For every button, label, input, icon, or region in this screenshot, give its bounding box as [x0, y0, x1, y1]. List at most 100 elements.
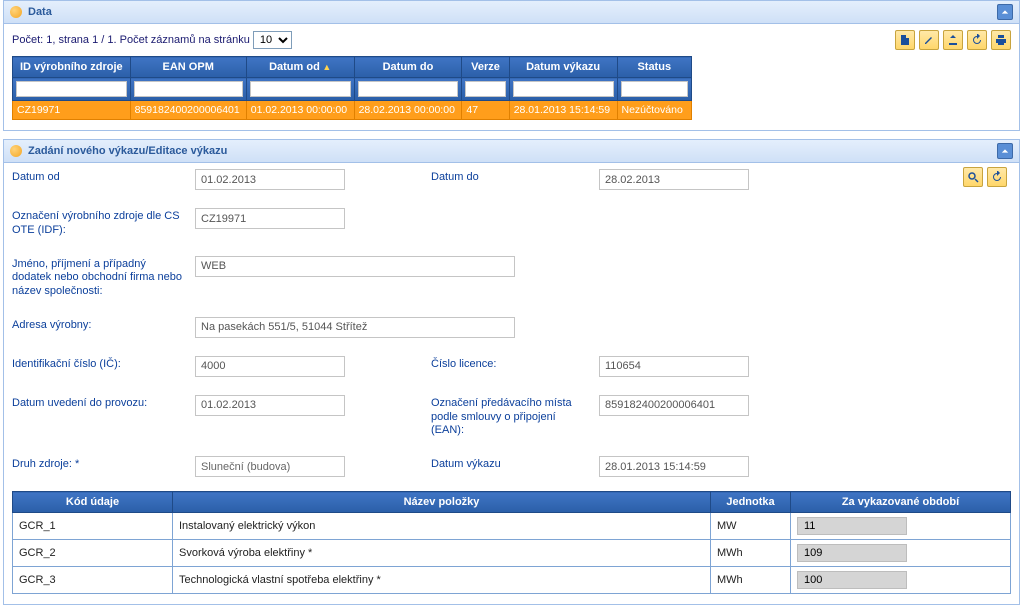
- label-adresa: Adresa výrobny:: [12, 317, 187, 333]
- col-obdobi: Za vykazované období: [791, 492, 1011, 513]
- input-adresa[interactable]: [195, 317, 515, 338]
- input-oznaceni-mista[interactable]: [599, 395, 749, 416]
- pager-text: Počet: 1, strana 1 / 1. Počet záznamů na…: [12, 34, 250, 46]
- cell-hodnota: [791, 540, 1011, 567]
- input-cislo-licence[interactable]: [599, 356, 749, 377]
- chevron-up-icon: [1001, 147, 1009, 155]
- cell-kod: GCR_3: [13, 567, 173, 594]
- data-panel-title: Data: [28, 6, 997, 18]
- label-ic: Identifikační číslo (IČ):: [12, 356, 187, 372]
- cell-status: Nezúčtováno: [617, 101, 692, 120]
- cell-jednotka: MWh: [711, 567, 791, 594]
- input-druh-zdroje[interactable]: [195, 456, 345, 477]
- cell-hodnota: [791, 567, 1011, 594]
- label-datum-vykazu: Datum výkazu: [431, 456, 591, 472]
- refresh-icon: [971, 34, 983, 46]
- input-datum-od[interactable]: [195, 169, 345, 190]
- input-oznaceni-zdroje[interactable]: [195, 208, 345, 229]
- export-icon: [947, 34, 959, 46]
- input-jmeno[interactable]: [195, 256, 515, 277]
- filter-datum-do[interactable]: [358, 81, 459, 97]
- col-datum-od[interactable]: Datum od: [246, 57, 354, 78]
- cell-datum-do: 28.02.2013 00:00:00: [354, 101, 462, 120]
- cell-ean: 859182400200006401: [130, 101, 246, 120]
- refresh-icon: [991, 171, 1003, 183]
- form-panel: Zadání nového výkazu/Editace výkazu Datu…: [3, 139, 1020, 605]
- collapse-button[interactable]: [997, 143, 1013, 159]
- col-nazev: Název položky: [173, 492, 711, 513]
- label-datum-uvedeni: Datum uvedení do provozu:: [12, 395, 187, 411]
- grid-header-row: ID výrobního zdroje EAN OPM Datum od Dat…: [13, 57, 692, 78]
- cell-nazev: Instalovaný elektrický výkon: [173, 513, 711, 540]
- new-button[interactable]: [895, 30, 915, 50]
- col-ean[interactable]: EAN OPM: [130, 57, 246, 78]
- filter-id[interactable]: [16, 81, 127, 97]
- form-panel-title: Zadání nového výkazu/Editace výkazu: [28, 145, 997, 157]
- panel-bullet-icon: [10, 6, 22, 18]
- input-hodnota[interactable]: [797, 571, 907, 589]
- filter-datum-od[interactable]: [250, 81, 351, 97]
- magnifier-icon: [967, 171, 979, 183]
- label-cislo-licence: Číslo licence:: [431, 356, 591, 372]
- input-datum-vykazu[interactable]: [599, 456, 749, 477]
- form-refresh-button[interactable]: [987, 167, 1007, 187]
- form-panel-header: Zadání nového výkazu/Editace výkazu: [4, 140, 1019, 163]
- cell-jednotka: MWh: [711, 540, 791, 567]
- col-status[interactable]: Status: [617, 57, 692, 78]
- label-datum-do: Datum do: [431, 169, 591, 185]
- edit-button[interactable]: [919, 30, 939, 50]
- collapse-button[interactable]: [997, 4, 1013, 20]
- items-row: GCR_1 Instalovaný elektrický výkon MW: [13, 513, 1011, 540]
- col-id[interactable]: ID výrobního zdroje: [13, 57, 131, 78]
- export-button[interactable]: [943, 30, 963, 50]
- input-datum-do[interactable]: [599, 169, 749, 190]
- pager-row: Počet: 1, strana 1 / 1. Počet záznamů na…: [12, 30, 1011, 50]
- grid-data-row[interactable]: CZ19971 859182400200006401 01.02.2013 00…: [13, 101, 692, 120]
- col-kod: Kód údaje: [13, 492, 173, 513]
- col-datum-vykazu[interactable]: Datum výkazu: [509, 57, 617, 78]
- label-oznaceni-mista: Označení předávacího místa podle smlouvy…: [431, 395, 591, 438]
- data-toolbar: [895, 30, 1011, 50]
- page-size-select[interactable]: 10: [253, 31, 292, 49]
- items-row: GCR_3 Technologická vlastní spotřeba ele…: [13, 567, 1011, 594]
- label-oznaceni-zdroje: Označení výrobního zdroje dle CS OTE (ID…: [12, 208, 187, 238]
- col-datum-do[interactable]: Datum do: [354, 57, 462, 78]
- data-panel-header: Data: [4, 1, 1019, 24]
- cell-verze: 47: [462, 101, 509, 120]
- label-datum-od: Datum od: [12, 169, 187, 185]
- input-ic[interactable]: [195, 356, 345, 377]
- print-icon: [995, 34, 1007, 46]
- chevron-up-icon: [1001, 8, 1009, 16]
- grid-filter-row: [13, 78, 692, 101]
- form-toolbar: [963, 167, 1007, 187]
- cell-hodnota: [791, 513, 1011, 540]
- panel-bullet-icon: [10, 145, 22, 157]
- label-jmeno: Jméno, příjmení a případný dodatek nebo …: [12, 256, 187, 299]
- cell-jednotka: MW: [711, 513, 791, 540]
- input-hodnota[interactable]: [797, 544, 907, 562]
- input-datum-uvedeni[interactable]: [195, 395, 345, 416]
- cell-datum-od: 01.02.2013 00:00:00: [246, 101, 354, 120]
- filter-ean[interactable]: [134, 81, 243, 97]
- input-hodnota[interactable]: [797, 517, 907, 535]
- col-jednotka: Jednotka: [711, 492, 791, 513]
- filter-datum-vykazu[interactable]: [513, 81, 614, 97]
- cell-nazev: Technologická vlastní spotřeba elektřiny…: [173, 567, 711, 594]
- data-panel-body: Počet: 1, strana 1 / 1. Počet záznamů na…: [4, 24, 1019, 130]
- form-panel-body: Datum od Datum do Označení výrobního zdr…: [4, 163, 1019, 604]
- filter-verze[interactable]: [465, 81, 505, 97]
- cell-datum-vykazu: 28.01.2013 15:14:59: [509, 101, 617, 120]
- data-grid: ID výrobního zdroje EAN OPM Datum od Dat…: [12, 56, 692, 120]
- form-grid: Datum od Datum do Označení výrobního zdr…: [12, 169, 1011, 477]
- filter-status[interactable]: [621, 81, 689, 97]
- form-view-button[interactable]: [963, 167, 983, 187]
- refresh-button[interactable]: [967, 30, 987, 50]
- label-druh-zdroje: Druh zdroje: *: [12, 456, 187, 472]
- print-button[interactable]: [991, 30, 1011, 50]
- items-table: Kód údaje Název položky Jednotka Za vyka…: [12, 491, 1011, 594]
- document-new-icon: [899, 34, 911, 46]
- items-row: GCR_2 Svorková výroba elektřiny * MWh: [13, 540, 1011, 567]
- col-verze[interactable]: Verze: [462, 57, 509, 78]
- data-panel: Data Počet: 1, strana 1 / 1. Počet zázna…: [3, 0, 1020, 131]
- cell-id: CZ19971: [13, 101, 131, 120]
